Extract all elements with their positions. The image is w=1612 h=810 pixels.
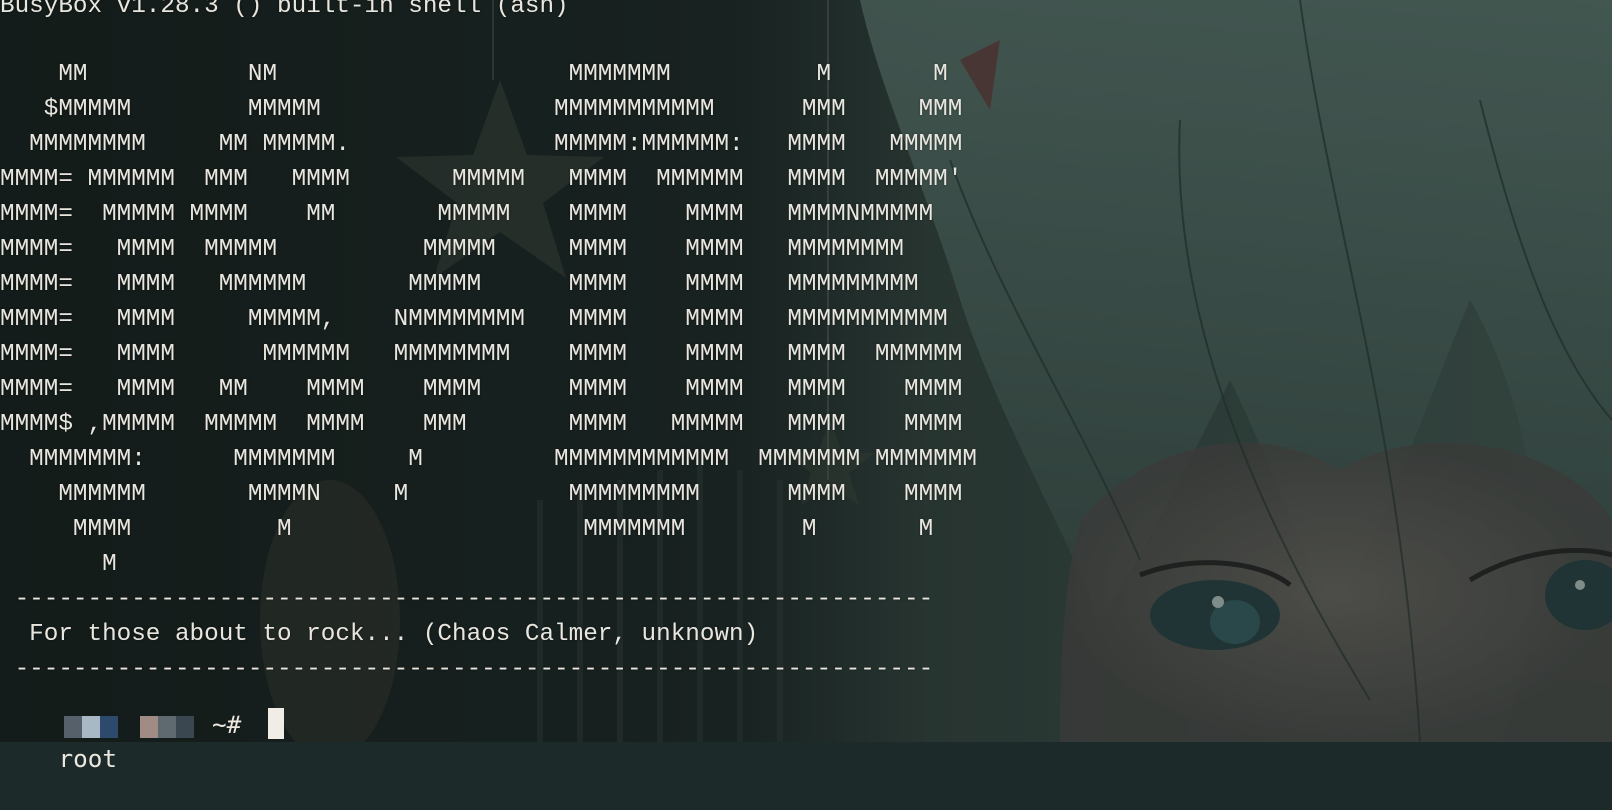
prompt-user: root	[58, 744, 118, 773]
ascii-logo-line: MMMMMM MMMMN M MMMMMMMMM MMMM MMMM	[0, 481, 963, 508]
ascii-logo-line: MMMM$ ,MMMMM MMMMM MMMM MMM MMMM MMMMM M…	[0, 411, 963, 438]
ascii-logo-line: MMMM= MMMM MMMMM MMMMM MMMM MMMM MMMMMMM…	[0, 236, 904, 263]
ascii-logo-line: MMMM= MMMMMM MMM MMMM MMMMM MMMM MMMMMM …	[0, 166, 963, 193]
divider-line: ----------------------------------------…	[0, 656, 934, 683]
ascii-logo-line: MMMM M MMMMMMM M M	[0, 516, 934, 543]
ascii-logo-line: MMMM= MMMM MMMMM, NMMMMMMMM MMMM MMMM MM…	[0, 306, 948, 333]
prompt-symbol: ~#	[212, 710, 242, 739]
redacted-hostname	[140, 716, 158, 738]
ascii-logo-line: MM NM MMMMMMM M M	[0, 61, 948, 88]
ascii-logo-line: MMMM= MMMMM MMMM MM MMMMM MMMM MMMM MMMM…	[0, 201, 934, 228]
redacted-hostname	[64, 716, 82, 738]
shell-banner: BusyBox v1.28.3 () built-in shell (ash)	[0, 0, 569, 20]
text-cursor[interactable]	[268, 708, 284, 739]
ascii-logo-line: MMMM= MMMM MMMMMM MMMMM MMMM MMMM MMMMMM…	[0, 271, 919, 298]
terminal-window[interactable]: BusyBox v1.28.3 () built-in shell (ash) …	[0, 0, 1612, 773]
ascii-logo-line: MMMMMMMM MM MMMMM. MMMMM:MMMMMM: MMMM MM…	[0, 131, 963, 158]
ascii-logo-line: MMMMMMM: MMMMMMM M MMMMMMMMMMMM MMMMMMM …	[0, 446, 977, 473]
redacted-hostname	[82, 716, 100, 738]
ascii-logo-line: MMMM= MMMM MM MMMM MMMM MMMM MMMM MMMM M…	[0, 376, 963, 403]
release-tagline: For those about to rock... (Chaos Calmer…	[0, 621, 759, 648]
redacted-hostname	[158, 716, 176, 738]
ascii-logo-line: MMMM= MMMM MMMMMM MMMMMMMM MMMM MMMM MMM…	[0, 341, 963, 368]
redacted-hostname	[176, 716, 194, 738]
divider-line: ----------------------------------------…	[0, 586, 934, 613]
ascii-logo-line: $MMMMM MMMMM MMMMMMMMMMM MMM MMM	[0, 96, 963, 123]
redacted-hostname	[100, 716, 118, 738]
ascii-logo-line: M	[0, 551, 117, 578]
